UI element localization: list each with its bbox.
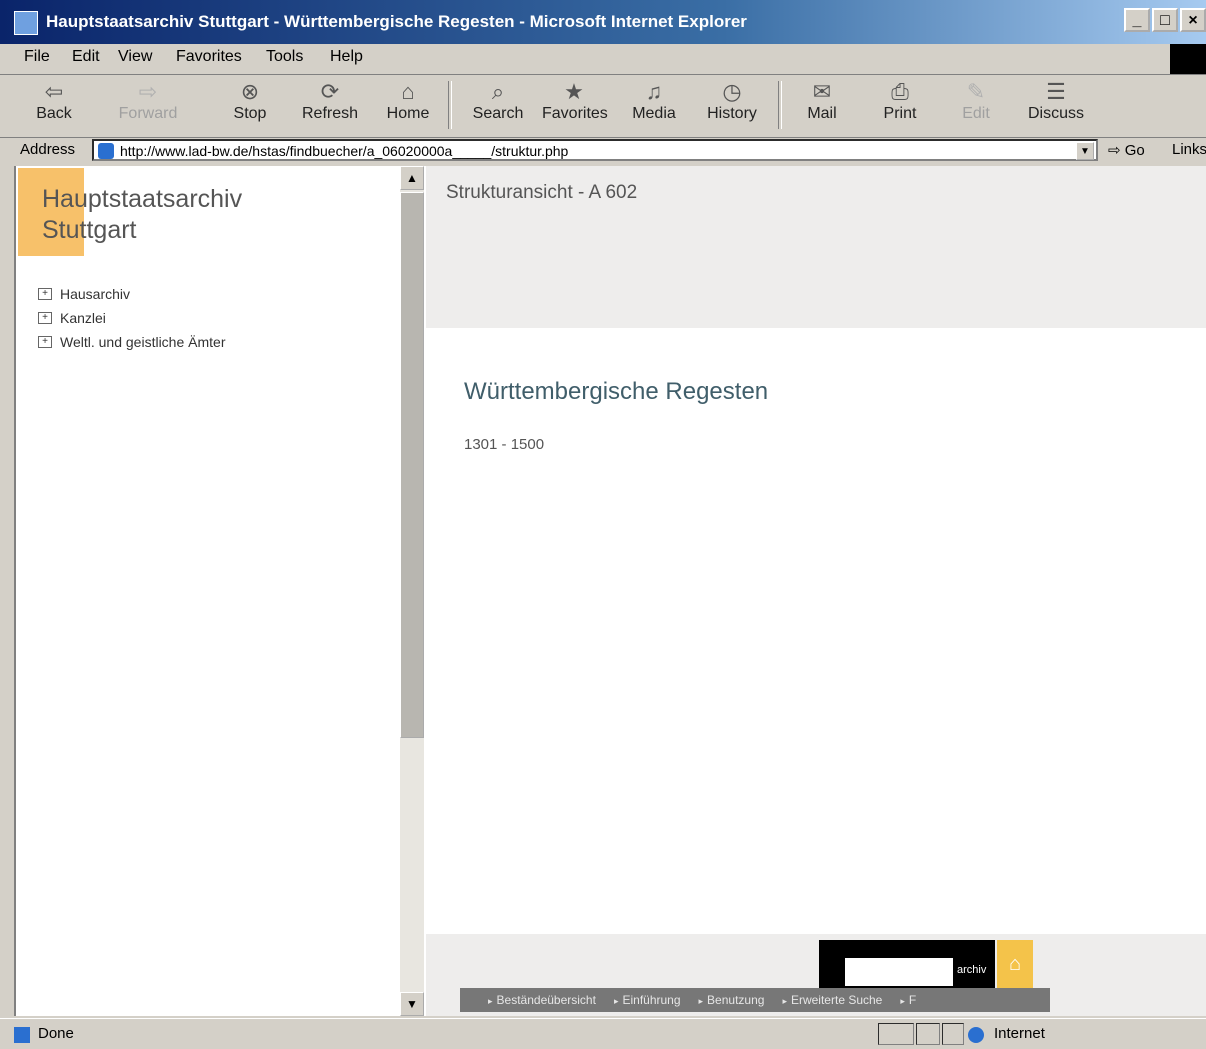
stop-icon: ⊗ (240, 79, 260, 104)
search-button[interactable]: ⌕ Search (466, 79, 530, 123)
media-button[interactable]: ♫ Media (622, 79, 686, 123)
ie-icon (14, 11, 38, 35)
page-icon (98, 143, 114, 159)
tree-item-aemter[interactable]: + Weltl. und geistliche Ämter (38, 334, 225, 350)
address-input[interactable]: http://www.lad-bw.de/hstas/findbuecher/a… (92, 139, 1098, 161)
refresh-icon: ⟳ (320, 79, 340, 104)
mail-button[interactable]: ✉ Mail (790, 79, 854, 123)
forward-arrow-icon: ⇨ (138, 79, 158, 104)
page-title: Württembergische Regesten (464, 378, 769, 405)
nav-einfuehrung[interactable]: ▸ Einführung (614, 993, 681, 1007)
left-frame: Hauptstaatsarchiv Stuttgart + Hausarchiv … (16, 166, 398, 1016)
history-icon: ◷ (722, 79, 742, 104)
security-zone: Internet (994, 1025, 1045, 1042)
menu-edit[interactable]: Edit (72, 48, 100, 66)
scroll-down-icon[interactable]: ▼ (400, 992, 424, 1016)
edit-icon: ✎ (966, 79, 986, 104)
right-frame: Strukturansicht - A 602 Württembergische… (426, 166, 1206, 1016)
favorites-button[interactable]: ★ Favorites (542, 79, 608, 123)
address-url[interactable]: http://www.lad-bw.de/hstas/findbuecher/a… (120, 143, 568, 159)
refresh-button[interactable]: ⟳ Refresh (298, 79, 362, 123)
print-button[interactable]: ⎙ Print (868, 79, 932, 123)
expand-icon: + (38, 288, 52, 300)
arrow-icon: ▸ (613, 996, 619, 1006)
org-name-line1: Hauptstaatsarchiv (42, 185, 243, 213)
arrow-icon: ▸ (698, 996, 704, 1006)
windows-logo (1170, 44, 1206, 74)
nav-benutzung[interactable]: ▸ Benutzung (699, 993, 765, 1007)
date-range: 1301 - 1500 (464, 436, 545, 453)
right-footer: archiv ⌂ ▸ Beständeübersicht ▸ Einführung … (426, 934, 1206, 1016)
status-panel (878, 1023, 914, 1045)
banner-blank (845, 958, 953, 986)
toolbar: ⇦ Back ⇨ Forward ⊗ Stop ⟳ Refresh ⌂ Home ⌕ Sea… (0, 75, 1206, 138)
structure-view-label: Strukturansicht - A 602 (446, 182, 638, 203)
home-button[interactable]: ⌂ Home (376, 79, 440, 123)
go-label: Go (1124, 142, 1145, 159)
arrow-icon: ▸ (488, 996, 493, 1006)
window-title: Hauptstaatsarchiv Stuttgart - Württember… (46, 12, 747, 31)
forward-button[interactable]: ⇨ Forward (116, 79, 180, 123)
page-content: Hauptstaatsarchiv Stuttgart + Hausarchiv … (14, 166, 1206, 1016)
toolbar-separator (778, 81, 782, 129)
internet-zone-icon (968, 1027, 984, 1043)
arrow-icon: ▸ (782, 996, 787, 1006)
edit-button[interactable]: ✎ Edit (944, 79, 1008, 123)
tree-item-hausarchiv[interactable]: + Hausarchiv (38, 286, 225, 302)
menu-favorites[interactable]: Favorites (176, 48, 242, 66)
menu-bar: File Edit View Favorites Tools Help (0, 44, 1206, 75)
back-button[interactable]: ⇦ Back (22, 79, 86, 123)
scroll-up-icon[interactable]: ▲ (400, 166, 424, 190)
maximize-button[interactable]: □ (1152, 8, 1178, 32)
nav-bestaendeuebersicht[interactable]: ▸ Beständeübersicht (488, 993, 596, 1007)
org-name-line2: Stuttgart (42, 216, 137, 244)
mail-icon: ✉ (812, 79, 832, 104)
page-done-icon (14, 1027, 30, 1043)
status-text: Done (38, 1025, 74, 1042)
print-icon: ⎙ (891, 79, 909, 104)
archive-banner: archiv (819, 940, 995, 988)
menu-file[interactable]: File (24, 48, 50, 66)
menu-view[interactable]: View (118, 48, 152, 66)
menu-tools[interactable]: Tools (266, 48, 303, 66)
back-arrow-icon: ⇦ (44, 79, 64, 104)
chevron-down-icon[interactable]: ▼ (1076, 142, 1094, 160)
menu-help[interactable]: Help (330, 48, 363, 66)
minimize-button[interactable]: _ (1124, 8, 1150, 32)
nav-erweiterte-suche[interactable]: ▸ Erweiterte Suche (782, 993, 882, 1007)
home-icon: ⌂ (401, 79, 415, 104)
links-button[interactable]: Links (1172, 141, 1206, 158)
left-frame-scrollbar[interactable]: ▲ ▼ (400, 166, 424, 1016)
nav-more[interactable]: ▸ F (900, 993, 916, 1007)
status-panel (916, 1023, 940, 1045)
arrow-icon: ▸ (900, 996, 905, 1006)
org-name: Hauptstaatsarchiv Stuttgart (42, 184, 382, 246)
go-button[interactable]: ⇨ Go (1108, 141, 1145, 159)
scroll-thumb[interactable] (400, 192, 424, 738)
toolbar-separator (448, 81, 452, 129)
address-bar: Address http://www.lad-bw.de/hstas/findb… (0, 138, 1206, 164)
discuss-icon: ☰ (1046, 79, 1066, 104)
right-header: Strukturansicht - A 602 (426, 166, 1206, 328)
favorites-icon: ★ (564, 79, 584, 104)
tree-item-kanzlei[interactable]: + Kanzlei (38, 310, 225, 326)
footer-nav: ▸ Beständeübersicht ▸ Einführung ▸ Benutzun… (460, 988, 1050, 1012)
structure-tree: + Hausarchiv + Kanzlei + Weltl. und geistli… (38, 286, 225, 358)
discuss-button[interactable]: ☰ Discuss (1024, 79, 1088, 123)
address-label: Address (20, 141, 76, 158)
status-panel (942, 1023, 964, 1045)
history-button[interactable]: ◷ History (700, 79, 764, 123)
search-icon: ⌕ (491, 79, 505, 104)
stop-button[interactable]: ⊗ Stop (218, 79, 282, 123)
media-icon: ♫ (645, 79, 663, 104)
status-bar: Done Internet (0, 1018, 1206, 1049)
banner-label: archiv (957, 964, 987, 976)
close-button[interactable]: × (1180, 8, 1206, 32)
expand-icon: + (38, 336, 52, 348)
title-bar: Hauptstaatsarchiv Stuttgart - Württember… (0, 0, 1206, 44)
expand-icon: + (38, 312, 52, 324)
home-icon[interactable]: ⌂ (997, 940, 1033, 988)
